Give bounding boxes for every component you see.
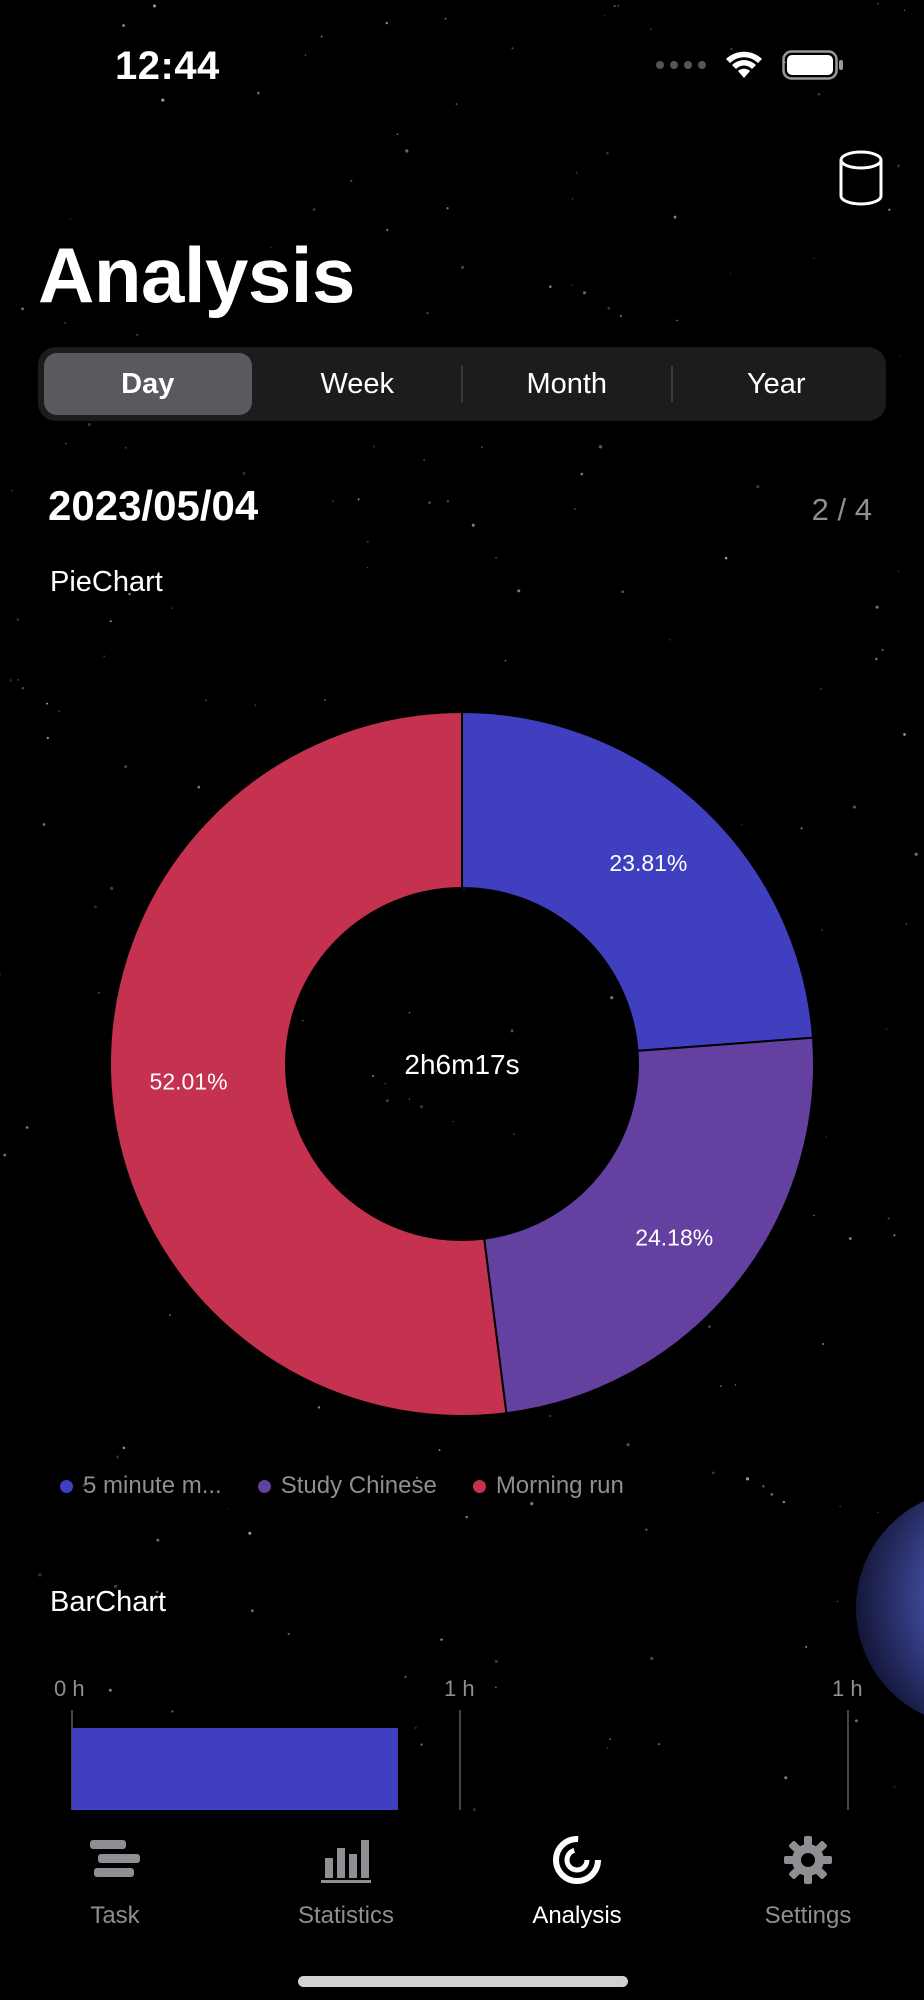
bar-chart-title: BarChart — [50, 1586, 167, 1618]
donut-slice[interactable] — [461, 710, 815, 1052]
tab-label: Task — [90, 1902, 140, 1929]
legend-item[interactable]: Study Chinese — [257, 1472, 437, 1500]
tab-settings[interactable]: Settings — [708, 1830, 908, 1930]
legend-label: 5 minute m... — [83, 1472, 222, 1499]
segment-week[interactable]: Week — [254, 353, 462, 415]
slice-percent-label: 52.01% — [150, 1068, 228, 1094]
task-stack-icon — [90, 1840, 140, 1877]
signal-dots-icon — [656, 61, 706, 69]
legend-dot — [257, 1479, 271, 1493]
gear-icon — [784, 1836, 832, 1884]
legend-dot — [472, 1479, 486, 1493]
segment-month[interactable]: Month — [463, 353, 671, 415]
period-date[interactable]: 2023/05/04 — [48, 482, 258, 530]
period-segmented-control: Day Week Month Year — [38, 347, 886, 421]
chart-legend: 5 minute m... Study Chinese Morning run — [60, 1472, 624, 1500]
pie-chart-title: PieChart — [50, 566, 163, 598]
slice-percent-label: 24.18% — [635, 1224, 713, 1250]
tab-statistics[interactable]: Statistics — [246, 1830, 446, 1930]
status-time: 12:44 — [115, 44, 220, 88]
tab-label: Statistics — [297, 1902, 395, 1929]
legend-label: Study Chinese — [280, 1472, 437, 1499]
battery-icon — [782, 50, 843, 80]
donut-center-total: 2h6m17s — [404, 1049, 519, 1080]
bar-chart[interactable]: 0 h1 h1 h — [48, 1670, 924, 1810]
wifi-icon — [726, 51, 762, 78]
bar-tick-label: 0 h — [54, 1676, 85, 1701]
donut-chart[interactable]: 23.81% 24.18% 52.01% 2h6m17s — [0, 690, 924, 1430]
tab-label: Settings — [764, 1902, 852, 1929]
tab-analysis[interactable]: Analysis — [477, 1830, 677, 1930]
tab-bar: Task Statistics Analysis Settings — [0, 1812, 924, 2000]
home-indicator — [298, 1976, 628, 1987]
tab-label: Analysis — [532, 1902, 622, 1929]
page-title: Analysis — [38, 231, 355, 319]
legend-label: Morning run — [495, 1472, 624, 1499]
planet-decoration — [856, 1501, 924, 1715]
database-icon[interactable] — [838, 150, 884, 206]
bar[interactable] — [72, 1728, 398, 1810]
bar-tick-label: 1 h — [444, 1676, 475, 1701]
legend-dot — [60, 1479, 73, 1493]
analysis-ring-icon — [553, 1836, 601, 1884]
page-counter: 2 / 4 — [811, 492, 872, 527]
segment-year[interactable]: Year — [673, 353, 881, 415]
legend-item[interactable]: Morning run — [472, 1472, 624, 1500]
slice-percent-label: 23.81% — [609, 850, 687, 876]
tab-task[interactable]: Task — [15, 1830, 215, 1930]
legend-item[interactable]: 5 minute m... — [60, 1472, 222, 1500]
segment-day[interactable]: Day — [44, 353, 252, 415]
bar-chart-icon — [321, 1840, 371, 1883]
status-icons — [656, 50, 844, 80]
